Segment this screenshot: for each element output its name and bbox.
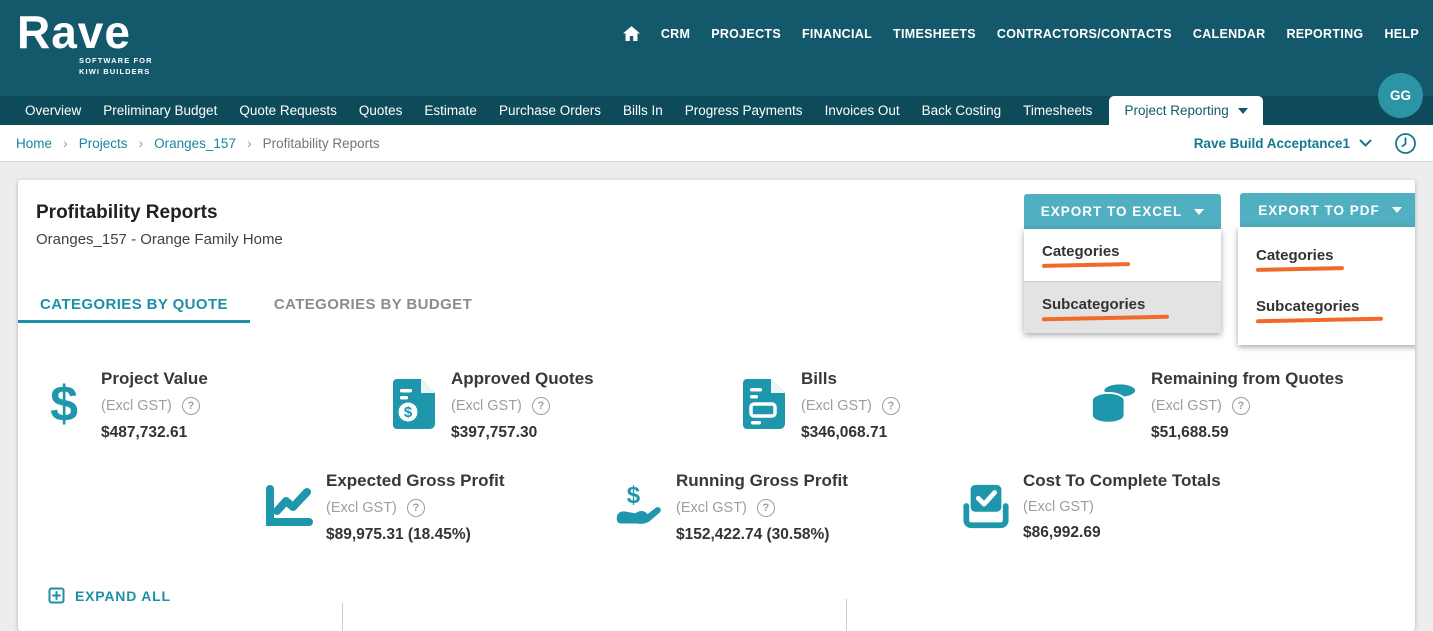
export-to-excel-button[interactable]: EXPORT TO EXCEL bbox=[1024, 194, 1221, 229]
top-nav-calendar[interactable]: CALENDAR bbox=[1193, 27, 1266, 41]
help-icon[interactable]: ? bbox=[1231, 397, 1250, 415]
avatar[interactable]: GG bbox=[1378, 73, 1423, 118]
caret-down-icon bbox=[1194, 208, 1205, 215]
breadcrumb-right: Rave Build Acceptance1 bbox=[1194, 132, 1417, 155]
subnav-invoices-out[interactable]: Invoices Out bbox=[814, 96, 911, 125]
export-to-excel-label: EXPORT TO EXCEL bbox=[1040, 204, 1183, 219]
stat-expected-gross-profit: Expected Gross Profit (Excl GST) ? $89,9… bbox=[265, 465, 615, 547]
top-nav-reporting[interactable]: REPORTING bbox=[1286, 27, 1363, 41]
breadcrumb-projects[interactable]: Projects bbox=[79, 136, 128, 151]
export-excel-menu: Categories Subcategories bbox=[1024, 229, 1221, 333]
export-to-pdf-label: EXPORT TO PDF bbox=[1258, 202, 1380, 218]
subnav-bills-in[interactable]: Bills In bbox=[612, 96, 674, 125]
pdf-menu-subcategories[interactable]: Subcategories bbox=[1238, 284, 1415, 335]
orange-underline bbox=[1041, 314, 1170, 321]
logo-tagline-line1: SOFTWARE FOR bbox=[79, 56, 153, 66]
table-column-divider bbox=[342, 603, 343, 631]
top-nav-contractors[interactable]: CONTRACTORS/CONTACTS bbox=[997, 27, 1172, 41]
orange-underline bbox=[1255, 316, 1384, 323]
excel-menu-subcategories[interactable]: Subcategories bbox=[1024, 281, 1221, 333]
subnav-project-reporting-label: Project Reporting bbox=[1124, 103, 1229, 118]
table-column-divider bbox=[846, 599, 847, 631]
logo-tagline: SOFTWARE FOR KIWI BUILDERS bbox=[79, 56, 153, 77]
expand-all-button[interactable]: EXPAND ALL bbox=[48, 587, 171, 604]
breadcrumb-bar: Home › Projects › Oranges_157 › Profitab… bbox=[0, 125, 1433, 162]
stat-remaining-from-quotes: Remaining from Quotes (Excl GST) ? $51,6… bbox=[1090, 363, 1415, 445]
help-icon[interactable]: ? bbox=[881, 397, 900, 415]
project-subnav: Overview Preliminary Budget Quote Reques… bbox=[0, 96, 1433, 125]
breadcrumb-project[interactable]: Oranges_157 bbox=[154, 136, 236, 151]
hand-holding-dollar-icon: $ bbox=[615, 465, 663, 547]
breadcrumb-separator: › bbox=[246, 135, 252, 151]
account-switcher[interactable]: Rave Build Acceptance1 bbox=[1194, 136, 1372, 151]
subnav-progress-payments[interactable]: Progress Payments bbox=[674, 96, 814, 125]
account-switcher-label: Rave Build Acceptance1 bbox=[1193, 135, 1350, 151]
bill-document-icon bbox=[740, 363, 788, 445]
subnav-overview[interactable]: Overview bbox=[14, 96, 92, 125]
subnav-purchase-orders[interactable]: Purchase Orders bbox=[488, 96, 612, 125]
chevron-down-icon bbox=[1237, 107, 1248, 114]
report-tabs: CATEGORIES BY QUOTE CATEGORIES BY BUDGET bbox=[18, 290, 496, 323]
profitability-reports-card: Profitability Reports Oranges_157 - Oran… bbox=[18, 180, 1415, 631]
quote-document-dollar-icon: $ bbox=[390, 363, 438, 445]
export-to-pdf-button[interactable]: EXPORT TO PDF bbox=[1240, 193, 1415, 227]
breadcrumb-current: Profitability Reports bbox=[262, 135, 380, 151]
history-clock-icon[interactable] bbox=[1394, 132, 1417, 155]
top-nav-help[interactable]: HELP bbox=[1384, 27, 1419, 41]
expand-all-label: EXPAND ALL bbox=[75, 587, 171, 604]
stat-running-gross-profit: $ Running Gross Profit (Excl GST) ? $152… bbox=[615, 465, 965, 547]
subnav-quotes[interactable]: Quotes bbox=[348, 96, 414, 125]
stat-approved-quotes: $ Approved Quotes (Excl GST) ? $397,757.… bbox=[390, 363, 740, 445]
app-header: Rave SOFTWARE FOR KIWI BUILDERS CRM PROJ… bbox=[0, 0, 1433, 118]
subnav-estimate[interactable]: Estimate bbox=[413, 96, 488, 125]
top-nav-financial[interactable]: FINANCIAL bbox=[802, 27, 872, 41]
help-icon[interactable]: ? bbox=[181, 397, 200, 415]
tab-categories-by-budget[interactable]: CATEGORIES BY BUDGET bbox=[250, 290, 496, 323]
svg-text:$: $ bbox=[404, 404, 413, 421]
top-nav-timesheets[interactable]: TIMESHEETS bbox=[893, 27, 976, 41]
chart-line-icon bbox=[265, 465, 313, 547]
tab-categories-by-quote[interactable]: CATEGORIES BY QUOTE bbox=[18, 290, 250, 323]
pdf-menu-categories[interactable]: Categories bbox=[1238, 233, 1415, 284]
subnav-project-reporting[interactable]: Project Reporting bbox=[1109, 96, 1263, 125]
stat-bills: Bills (Excl GST) ? $346,068.71 bbox=[740, 363, 1090, 445]
home-icon[interactable] bbox=[622, 26, 640, 41]
logo-text: Rave bbox=[17, 6, 131, 58]
ballot-check-icon bbox=[962, 465, 1010, 547]
dollar-icon: $ bbox=[50, 376, 78, 432]
subnav-back-costing[interactable]: Back Costing bbox=[911, 96, 1013, 125]
breadcrumb-separator: › bbox=[63, 135, 68, 151]
coins-icon bbox=[1090, 363, 1138, 445]
help-icon[interactable]: ? bbox=[406, 499, 425, 517]
orange-underline bbox=[1255, 265, 1345, 272]
excel-menu-categories[interactable]: Categories bbox=[1024, 229, 1221, 281]
plus-square-icon bbox=[48, 587, 65, 604]
rave-logo[interactable]: Rave SOFTWARE FOR KIWI BUILDERS bbox=[17, 8, 153, 77]
help-icon[interactable]: ? bbox=[756, 499, 775, 517]
top-nav: CRM PROJECTS FINANCIAL TIMESHEETS CONTRA… bbox=[622, 26, 1419, 41]
svg-text:$: $ bbox=[627, 482, 641, 509]
breadcrumb-home[interactable]: Home bbox=[16, 136, 52, 151]
help-icon[interactable]: ? bbox=[531, 397, 550, 415]
top-nav-crm[interactable]: CRM bbox=[661, 27, 690, 41]
stat-project-value: $ Project Value (Excl GST) ? $487,732.61 bbox=[40, 363, 390, 445]
orange-underline bbox=[1041, 262, 1131, 268]
subnav-preliminary-budget[interactable]: Preliminary Budget bbox=[92, 96, 228, 125]
subnav-timesheets[interactable]: Timesheets bbox=[1012, 96, 1103, 125]
page-title: Profitability Reports bbox=[36, 202, 218, 223]
logo-tagline-line2: KIWI BUILDERS bbox=[79, 66, 151, 76]
breadcrumb-separator: › bbox=[138, 135, 144, 151]
caret-down-icon bbox=[1391, 207, 1402, 213]
stat-cost-to-complete: Cost To Complete Totals (Excl GST) $86,9… bbox=[962, 465, 1312, 547]
chevron-down-icon bbox=[1359, 139, 1372, 147]
subnav-quote-requests[interactable]: Quote Requests bbox=[228, 96, 348, 125]
top-nav-projects[interactable]: PROJECTS bbox=[711, 27, 781, 41]
export-pdf-menu: Categories Subcategories bbox=[1238, 227, 1415, 345]
page-subtitle: Oranges_157 - Orange Family Home bbox=[36, 231, 283, 248]
